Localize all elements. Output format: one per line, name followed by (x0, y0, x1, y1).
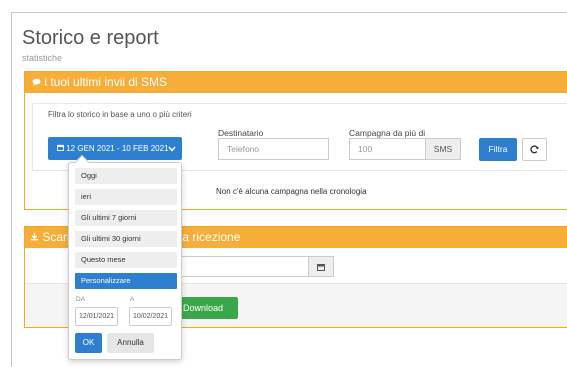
range-option-custom[interactable]: Personalizzare (75, 273, 177, 289)
date-range-picker: Oggi ieri Gli ultimi 7 giorni Gli ultimi… (68, 154, 182, 360)
download-panel-title-start: Scari (42, 230, 70, 244)
campaign-label: Campagna da più di (349, 128, 426, 138)
chevron-down-icon (168, 137, 176, 160)
range-option-today[interactable]: Oggi (75, 168, 177, 184)
calendar-icon (317, 257, 325, 276)
refresh-icon (530, 139, 539, 160)
recipient-label: Destinatario (218, 128, 264, 138)
page-frame-left (11, 12, 12, 367)
refresh-button[interactable] (522, 138, 547, 161)
empty-history-message: Non c'è alcuna campagna nella cronologia (216, 187, 367, 196)
download-button-label: Download (183, 303, 224, 313)
page-subtitle: statistiche (22, 53, 63, 63)
report-calendar-button[interactable] (308, 256, 334, 277)
range-option-this-month[interactable]: Questo mese (75, 252, 177, 268)
range-option-yesterday[interactable]: ieri (75, 189, 177, 205)
calendar-icon (57, 137, 64, 160)
date-range-label: 12 GEN 2021 - 10 FEB 2021 (66, 144, 169, 153)
sms-unit-addon: SMS (425, 138, 461, 160)
cancel-range-button[interactable]: Annulla (107, 333, 154, 353)
to-date-label: A (130, 296, 135, 303)
download-icon (30, 227, 39, 248)
report-date-input[interactable] (175, 256, 309, 277)
sms-panel-header: i tuoi ultimi invii di SMS (25, 72, 567, 93)
apply-range-button[interactable]: OK (75, 333, 102, 353)
recipient-input[interactable]: Telefono (218, 138, 329, 160)
page-title: Storico e report (22, 27, 159, 49)
sms-panel-title: i tuoi ultimi invii di SMS (44, 75, 168, 89)
filter-instructions: Filtra lo storico in base a uno o più cr… (48, 110, 192, 119)
comment-icon (32, 72, 41, 93)
from-date-label: DA (76, 296, 86, 303)
range-option-last-30-days[interactable]: Gli ultimi 30 giorni (75, 231, 177, 247)
filter-button[interactable]: Filtra (479, 138, 517, 161)
date-range-button[interactable]: 12 GEN 2021 - 10 FEB 2021 (48, 137, 182, 160)
to-date-input[interactable]: 10/02/2021 (129, 307, 172, 326)
campaign-size-input[interactable]: 100 (349, 138, 426, 160)
range-option-last-7-days[interactable]: Gli ultimi 7 giorni (75, 210, 177, 226)
page-frame-top (11, 12, 567, 13)
from-date-input[interactable]: 12/01/2021 (75, 307, 118, 326)
